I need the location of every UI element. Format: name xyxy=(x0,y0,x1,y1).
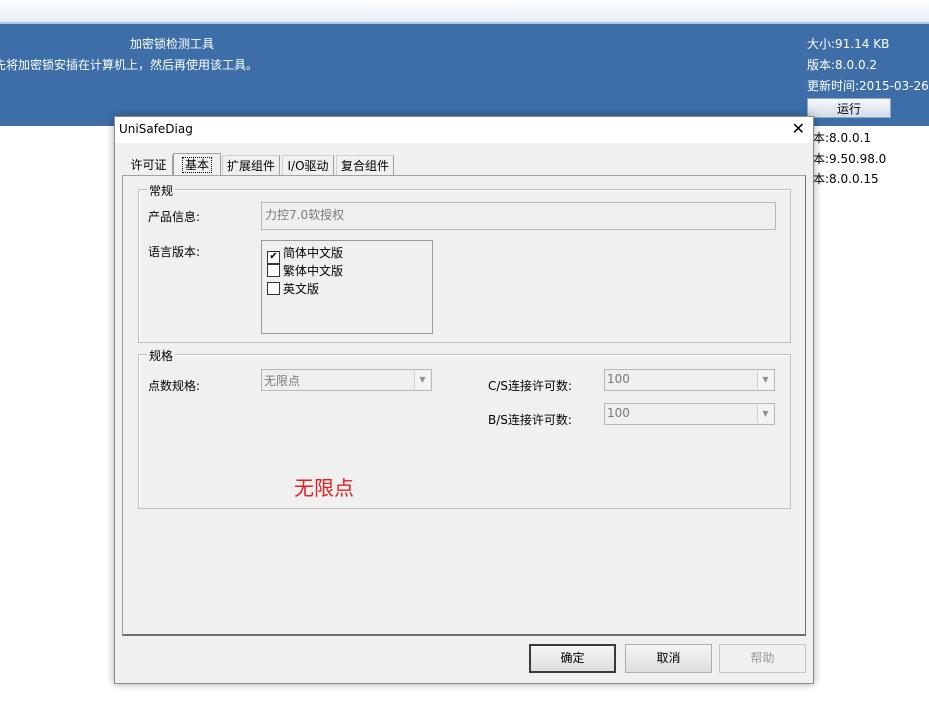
cancel-button[interactable]: 取消 xyxy=(625,644,712,673)
general-group: 常规 产品信息: 力控7.0软授权 语言版本: ✔ 简体中文版 繁体中文版 英文版 xyxy=(138,182,791,343)
dialog-titlebar: UniSafeDiag ✕ xyxy=(115,117,813,143)
chevron-down-icon[interactable]: ▼ xyxy=(414,371,430,389)
background-updated-info: 更新时间:2015-03-26 xyxy=(807,79,929,93)
language-option-simplified[interactable]: ✔ 简体中文版 xyxy=(267,244,343,264)
tab-pane-basic: 常规 产品信息: 力控7.0软授权 语言版本: ✔ 简体中文版 繁体中文版 英文版… xyxy=(122,175,806,636)
close-icon[interactable]: ✕ xyxy=(792,119,805,138)
spec-group: 规格 点数规格: 无限点 ▼ C/S连接许可数: 100 ▼ B/S连接许可数:… xyxy=(138,347,791,509)
spec-legend: 规格 xyxy=(147,347,176,364)
background-version-line: 本:8.0.0.15 xyxy=(813,172,879,186)
bs-connections-select[interactable]: 100 ▼ xyxy=(604,403,775,425)
language-option-traditional[interactable]: 繁体中文版 xyxy=(267,262,343,278)
unisafediag-dialog: UniSafeDiag ✕ 许可证 基本 扩展组件 I/O驱动 复合组件 常规 … xyxy=(114,116,814,684)
chevron-down-icon[interactable]: ▼ xyxy=(757,405,773,423)
background-app-title: 加密锁检测工具 xyxy=(130,37,215,51)
unlimited-points-note: 无限点 xyxy=(294,476,354,500)
background-banner: 加密锁检测工具 先将加密锁安插在计算机上，然后再使用该工具。 大小:91.14 … xyxy=(0,24,929,126)
language-option-english[interactable]: 英文版 xyxy=(267,280,319,296)
language-version-list: ✔ 简体中文版 繁体中文版 英文版 xyxy=(261,240,433,334)
run-button[interactable]: 运行 xyxy=(807,98,891,118)
tab-license[interactable]: 许可证 xyxy=(125,155,173,175)
checkbox-empty-icon[interactable] xyxy=(267,282,280,295)
background-size-info: 大小:91.14 KB xyxy=(807,37,890,51)
bs-connections-label: B/S连接许可数: xyxy=(488,413,572,427)
background-top-strip xyxy=(0,0,929,24)
chevron-down-icon[interactable]: ▼ xyxy=(757,371,773,389)
background-version-info: 版本:8.0.0.2 xyxy=(807,58,878,72)
points-spec-select[interactable]: 无限点 ▼ xyxy=(261,369,432,391)
background-version-line: 本:8.0.0.1 xyxy=(813,131,872,145)
background-app-description: 先将加密锁安插在计算机上，然后再使用该工具。 xyxy=(0,58,259,72)
cs-connections-label: C/S连接许可数: xyxy=(488,379,573,393)
background-version-line: 本:9.50.98.0 xyxy=(813,152,887,166)
ok-button[interactable]: 确定 xyxy=(529,644,616,673)
general-legend: 常规 xyxy=(147,182,176,199)
checkbox-empty-icon[interactable] xyxy=(267,264,280,277)
help-button[interactable]: 帮助 xyxy=(719,644,806,673)
tab-io-driver[interactable]: I/O驱动 xyxy=(282,155,334,175)
tab-composite-components[interactable]: 复合组件 xyxy=(336,155,394,175)
product-info-label: 产品信息: xyxy=(148,210,201,224)
dialog-title: UniSafeDiag xyxy=(119,122,193,136)
language-version-label: 语言版本: xyxy=(148,245,201,259)
tab-basic[interactable]: 基本 xyxy=(173,153,221,175)
product-info-field[interactable]: 力控7.0软授权 xyxy=(261,202,776,230)
tab-extension-components[interactable]: 扩展组件 xyxy=(222,155,280,175)
points-spec-label: 点数规格: xyxy=(148,379,201,393)
cs-connections-select[interactable]: 100 ▼ xyxy=(604,369,775,391)
